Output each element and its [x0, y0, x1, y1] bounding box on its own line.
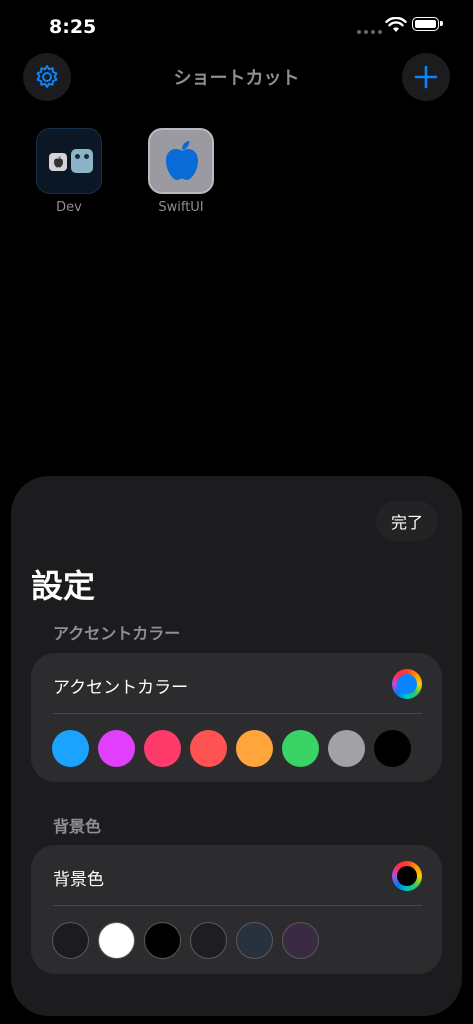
divider [53, 905, 422, 906]
shortcut-label: SwiftUI [158, 200, 204, 215]
status-time: 8:25 [49, 16, 97, 38]
accent-color-picker[interactable] [392, 669, 422, 699]
shortcut-swiftui[interactable]: SwiftUI [136, 128, 226, 215]
cellular-signal-icon [357, 30, 382, 34]
background-swatch-6[interactable] [282, 922, 319, 959]
background-color-card: 背景色 [31, 845, 442, 974]
accent-swatch-6[interactable] [282, 730, 319, 767]
accent-swatch-7[interactable] [328, 730, 365, 767]
accent-swatch-3[interactable] [144, 730, 181, 767]
accent-swatch-2[interactable] [98, 730, 135, 767]
background-swatch-3[interactable] [144, 922, 181, 959]
battery-icon [412, 17, 443, 31]
accent-swatch-4[interactable] [190, 730, 227, 767]
accent-color-card: アクセントカラー [31, 653, 442, 782]
done-button[interactable]: 完了 [376, 501, 438, 541]
accent-swatch-1[interactable] [52, 730, 89, 767]
background-swatch-1[interactable] [52, 922, 89, 959]
background-selected-color [397, 866, 417, 886]
background-section-header: 背景色 [53, 817, 102, 836]
status-bar: 8:25 [0, 0, 473, 52]
accent-section-header: アクセントカラー [53, 624, 181, 643]
background-swatch-4[interactable] [190, 922, 227, 959]
plus-icon [414, 65, 438, 89]
apple-logo-icon [49, 153, 67, 171]
background-color-label: 背景色 [53, 870, 104, 890]
accent-selected-color [397, 674, 417, 694]
gopher-icon [71, 149, 93, 173]
accent-color-label: アクセントカラー [53, 678, 189, 698]
background-swatch-2[interactable] [98, 922, 135, 959]
accent-swatch-8[interactable] [374, 730, 411, 767]
apple-logo-icon [148, 128, 214, 194]
shortcut-label: Dev [56, 200, 82, 215]
accent-swatch-5[interactable] [236, 730, 273, 767]
divider [53, 713, 422, 714]
wifi-icon [385, 17, 407, 32]
dev-shortcut-icon [36, 128, 102, 194]
sheet-title: 設定 [31, 567, 96, 605]
accent-swatches [52, 730, 411, 767]
background-swatch-5[interactable] [236, 922, 273, 959]
background-swatches [52, 922, 319, 959]
background-color-picker[interactable] [392, 861, 422, 891]
add-shortcut-button[interactable] [402, 53, 450, 101]
shortcut-dev[interactable]: Dev [24, 128, 114, 215]
